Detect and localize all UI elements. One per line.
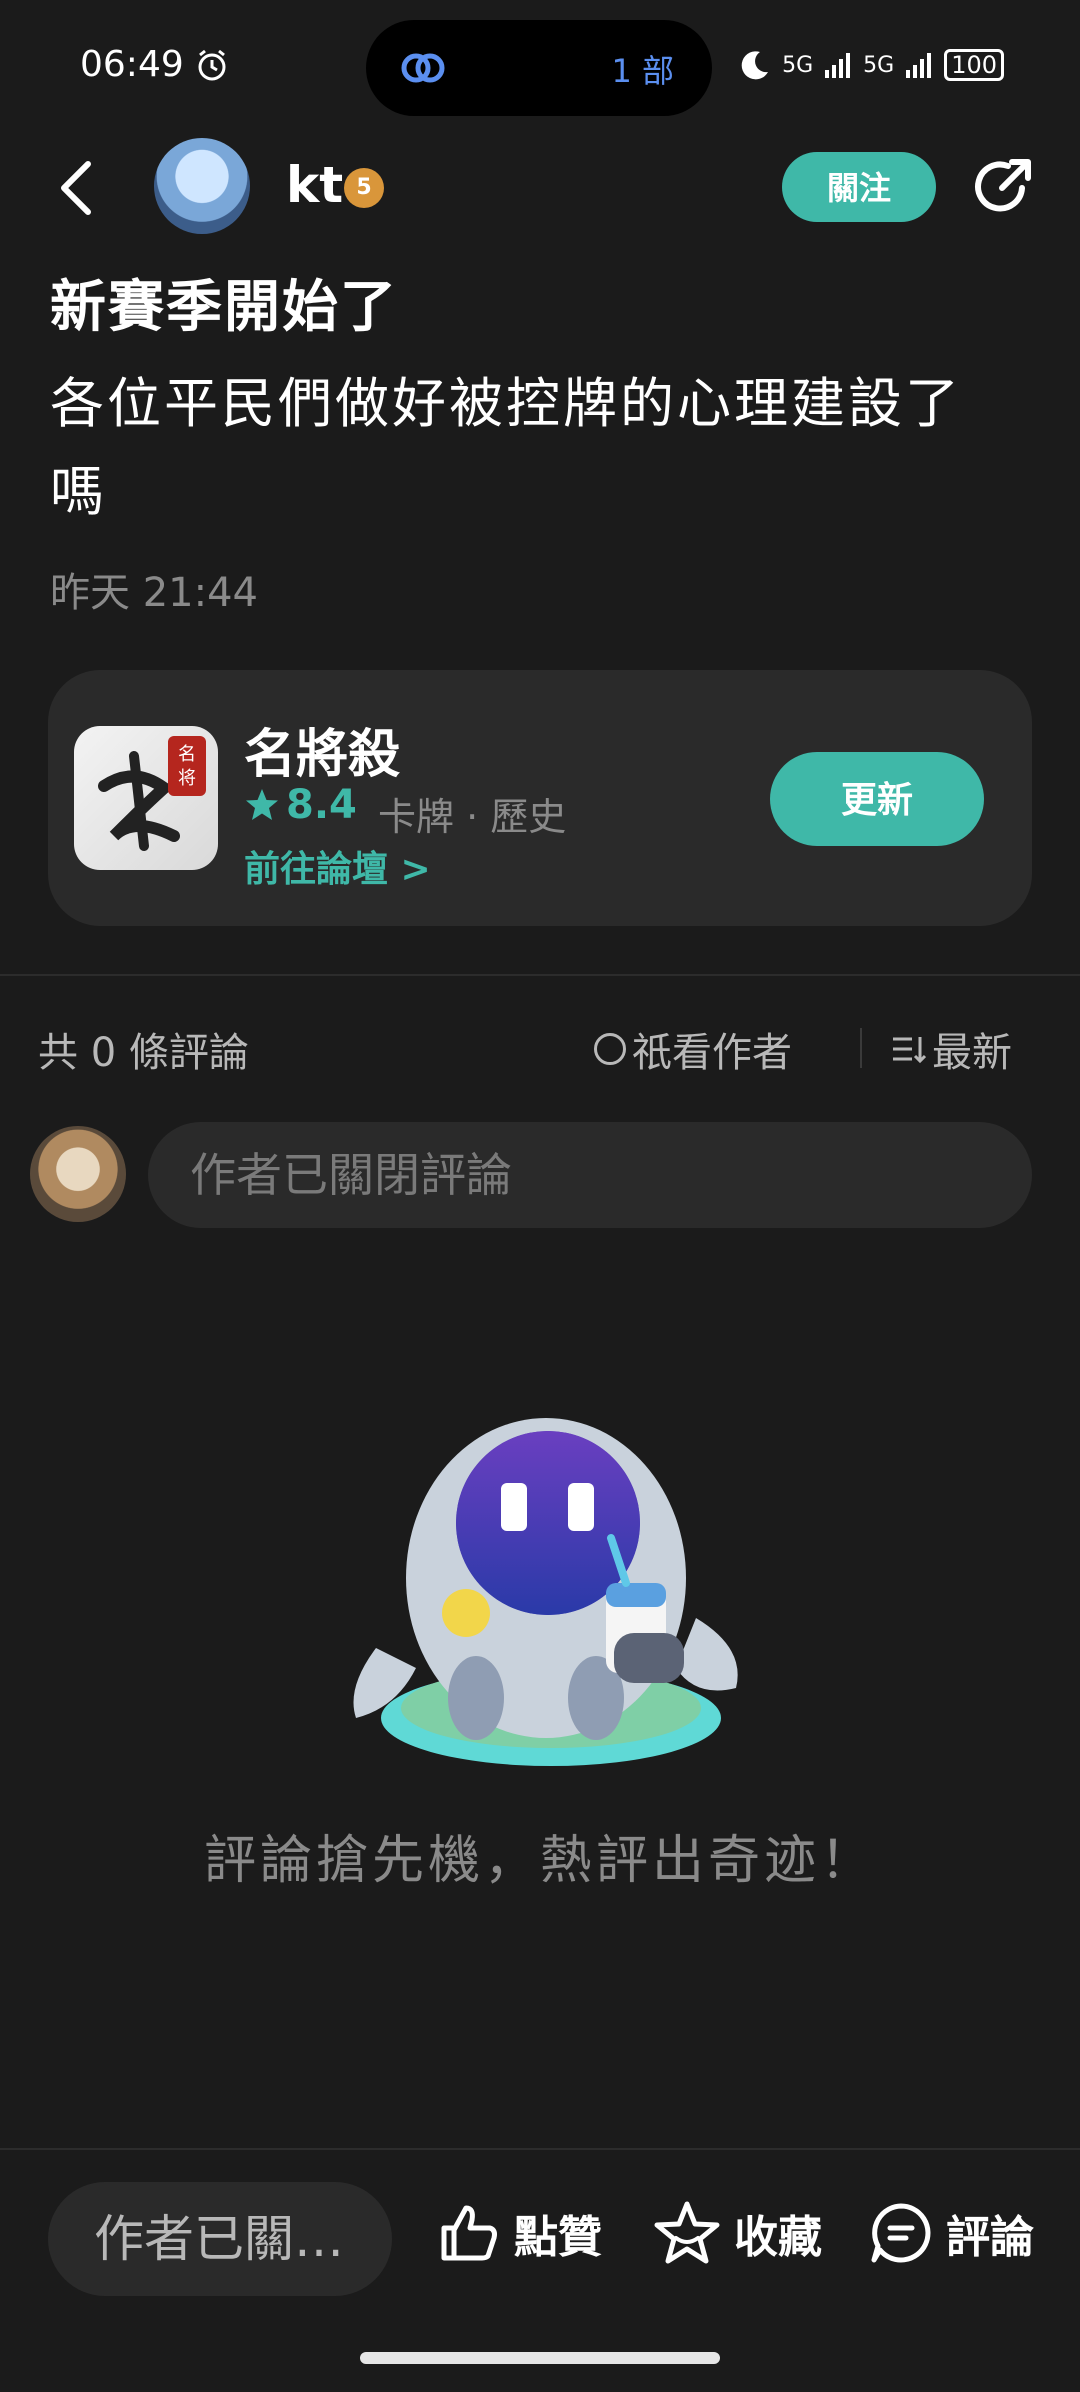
home-indicator[interactable]	[360, 2352, 720, 2364]
game-logo-art: 名 将	[98, 736, 206, 851]
comment-count: 共 0 條評論	[38, 1030, 249, 1076]
favorite-label: 收藏	[734, 2212, 822, 2263]
star-icon	[246, 789, 278, 820]
dynamic-island[interactable]: 1 部	[366, 20, 712, 116]
rating-value: 8.4	[286, 782, 357, 828]
post-title: 新賽季開始了	[50, 275, 398, 340]
comment-icon	[871, 2203, 931, 2263]
game-name[interactable]: 名將殺	[244, 712, 400, 787]
favorite-button[interactable]: 收藏	[652, 2200, 822, 2266]
signal-2-label: 5G	[863, 52, 895, 78]
bottom-comment-input[interactable]: 作者已關…	[48, 2182, 392, 2296]
island-text: 1 部	[611, 52, 674, 90]
battery-icon: 100	[944, 49, 1004, 81]
radio-icon[interactable]	[594, 1033, 626, 1065]
sort-icon	[893, 1037, 926, 1064]
time-text: 06:49	[80, 44, 184, 85]
sort-toggle[interactable]: 最新	[890, 1020, 1012, 1078]
author-only-label: 祇看作者	[632, 1030, 792, 1076]
divider	[0, 2148, 1080, 2150]
moon-icon	[741, 51, 769, 80]
status-time: 06:49	[80, 44, 230, 85]
post-time: 昨天 21:44	[50, 570, 258, 616]
post-body: 各位平民們做好被控牌的心理建設了嗎	[50, 372, 962, 523]
game-icon[interactable]: 名 将	[74, 726, 218, 870]
alarm-icon	[198, 49, 226, 80]
author-avatar[interactable]	[154, 138, 250, 234]
separator	[860, 1028, 862, 1068]
back-icon[interactable]	[52, 158, 102, 218]
comment-input[interactable]: 作者已關閉評論	[148, 1122, 1032, 1228]
sort-label: 最新	[932, 1030, 1012, 1076]
level-badge: 5	[344, 168, 384, 208]
like-button[interactable]: 點贊	[436, 2200, 602, 2266]
user-avatar	[30, 1126, 126, 1222]
empty-state-mascot	[353, 1418, 738, 1766]
author-name[interactable]: kt	[286, 156, 343, 214]
follow-button[interactable]: 關注	[782, 152, 936, 222]
game-tags: 卡牌 · 歷史	[378, 795, 567, 839]
empty-state-text: 評論搶先機，熱評出奇迹！	[203, 1831, 876, 1891]
status-icons: 5G 5G 100	[738, 48, 1004, 82]
comment-button[interactable]: 評論	[868, 2200, 1034, 2266]
like-label: 點贊	[514, 2212, 602, 2263]
star-outline-icon	[654, 2201, 720, 2264]
share-icon[interactable]	[966, 152, 1038, 224]
game-rating: 8.4	[244, 782, 357, 828]
svg-text:名: 名	[178, 744, 196, 765]
signal-1-label: 5G	[782, 52, 814, 78]
svg-text:将: 将	[178, 768, 196, 789]
comment-label: 評論	[946, 2212, 1034, 2263]
signal-icon	[825, 53, 851, 78]
update-button[interactable]: 更新	[770, 752, 984, 846]
author-only-filter[interactable]: 祇看作者	[594, 1020, 792, 1078]
divider	[0, 974, 1080, 976]
thumbs-up-icon	[441, 2205, 497, 2261]
forum-link[interactable]: 前往論壇 >	[244, 840, 431, 892]
signal-icon	[906, 53, 932, 78]
link-icon	[401, 53, 445, 83]
